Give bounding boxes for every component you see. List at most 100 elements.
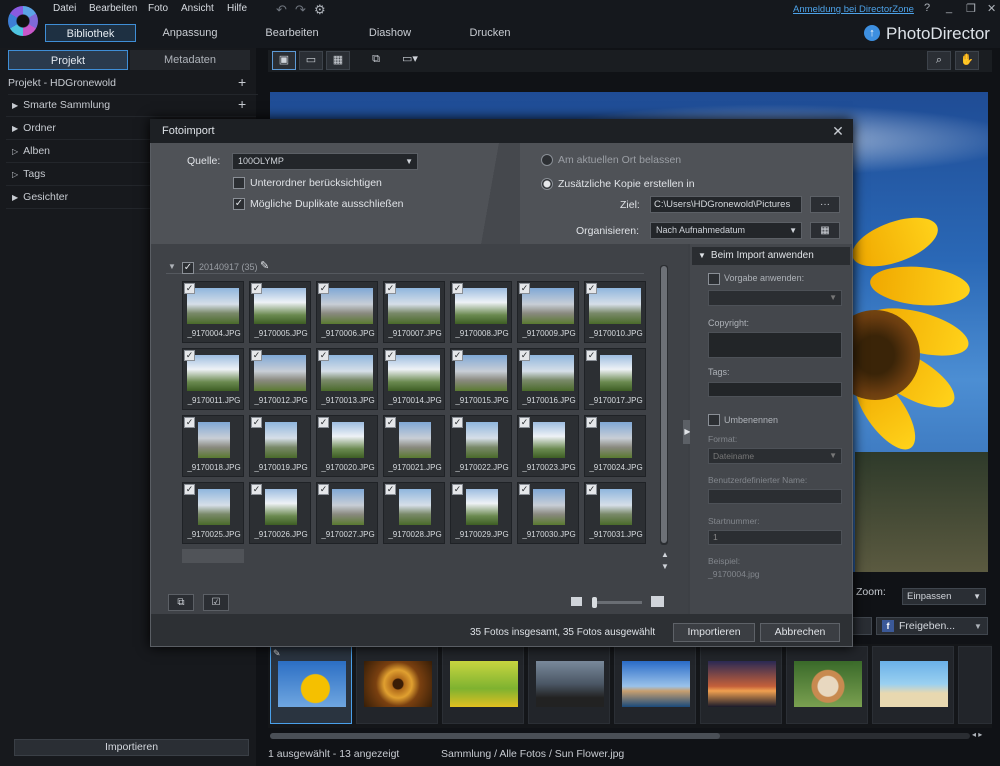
photo-thumbnail[interactable]: ✓ _9170022.JPG <box>450 415 512 477</box>
photo-checkbox[interactable]: ✓ <box>184 350 195 361</box>
menu-foto[interactable]: Foto <box>148 3 168 14</box>
view-grid-icon[interactable]: ▦ <box>326 51 350 70</box>
filmstrip-thumb[interactable] <box>958 646 992 724</box>
photo-thumbnail[interactable]: ✓ _9170010.JPG <box>584 281 646 343</box>
filmstrip-thumb[interactable] <box>700 646 782 724</box>
photo-checkbox[interactable]: ✓ <box>184 484 195 495</box>
tree-item-smart-collection[interactable]: ▶ Smarte Sammlung <box>6 94 256 117</box>
menu-datei[interactable]: Datei <box>53 3 76 14</box>
signin-link[interactable]: Anmeldung bei DirectorZone <box>793 4 914 15</box>
zoom-select[interactable]: Einpassen ▼ <box>902 588 986 605</box>
filmstrip-thumb[interactable] <box>528 646 610 724</box>
group-checkbox[interactable]: ✓ <box>182 262 194 274</box>
photo-checkbox[interactable]: ✓ <box>519 283 530 294</box>
preset-select[interactable]: ▼ <box>708 290 842 306</box>
grid-scroll-thumb[interactable] <box>661 266 667 543</box>
edit-group-icon[interactable]: ✎ <box>260 259 269 272</box>
upgrade-icon[interactable]: ↑ <box>864 25 880 41</box>
filmstrip-thumb[interactable] <box>786 646 868 724</box>
collapse-arrow-icon[interactable]: ▼ <box>168 262 176 271</box>
photo-checkbox[interactable]: ✓ <box>452 350 463 361</box>
filmstrip-thumb[interactable] <box>442 646 524 724</box>
filmstrip-scroll-thumb[interactable] <box>270 733 720 739</box>
copyright-field[interactable] <box>708 332 842 358</box>
photo-checkbox[interactable]: ✓ <box>586 484 597 495</box>
photo-thumbnail[interactable]: ✓ _9170014.JPG <box>383 348 445 410</box>
photo-thumbnail[interactable]: ✓ _9170026.JPG <box>249 482 311 544</box>
thumbnail-size-slider[interactable] <box>596 601 642 604</box>
photo-checkbox[interactable]: ✓ <box>251 417 262 428</box>
photo-checkbox[interactable]: ✓ <box>385 484 396 495</box>
tab-bearbeiten[interactable]: Bearbeiten <box>252 24 332 42</box>
tab-bibliothek[interactable]: Bibliothek <box>45 24 136 42</box>
import-confirm-button[interactable]: Importieren <box>673 623 755 642</box>
filmstrip-thumb[interactable]: ✎ <box>270 646 352 724</box>
photo-thumbnail[interactable]: ✓ _9170018.JPG <box>182 415 244 477</box>
share-caret-icon[interactable]: ▼ <box>974 622 982 631</box>
photo-thumbnail[interactable]: ✓ _9170005.JPG <box>249 281 311 343</box>
photo-checkbox[interactable]: ✓ <box>251 283 262 294</box>
slider-handle[interactable] <box>592 597 597 608</box>
photo-thumbnail[interactable]: ✓ _9170006.JPG <box>316 281 378 343</box>
photo-thumbnail[interactable]: ✓ _9170029.JPG <box>450 482 512 544</box>
photo-checkbox[interactable]: ✓ <box>452 283 463 294</box>
start-number-field[interactable]: 1 <box>708 530 842 545</box>
photo-thumbnail[interactable]: ✓ _9170015.JPG <box>450 348 512 410</box>
tab-anpassung[interactable]: Anpassung <box>150 24 230 42</box>
photo-checkbox[interactable]: ✓ <box>586 350 597 361</box>
custom-name-field[interactable] <box>708 489 842 504</box>
photo-checkbox[interactable]: ✓ <box>586 283 597 294</box>
photo-checkbox[interactable]: ✓ <box>452 484 463 495</box>
menu-hilfe[interactable]: Hilfe <box>227 3 247 14</box>
target-path-field[interactable]: C:\Users\HDGronewold\Pictures <box>650 196 802 213</box>
menu-ansicht[interactable]: Ansicht <box>181 3 214 14</box>
organize-select[interactable]: Nach Aufnahmedatum ▼ <box>650 222 802 239</box>
photo-checkbox[interactable]: ✓ <box>184 417 195 428</box>
duplicates-checkbox[interactable]: ✓ <box>233 198 245 210</box>
keep-location-radio[interactable] <box>541 154 553 166</box>
tab-drucken[interactable]: Drucken <box>450 24 530 42</box>
rename-checkbox[interactable] <box>708 414 720 426</box>
calendar-icon[interactable]: ▦ <box>810 222 840 239</box>
hand-tool-icon[interactable]: ✋ <box>955 51 979 70</box>
preset-checkbox[interactable] <box>708 273 720 285</box>
photo-thumbnail[interactable]: ✓ _9170021.JPG <box>383 415 445 477</box>
magnifier-icon[interactable]: ⌕ <box>927 51 951 70</box>
filmstrip-thumb[interactable] <box>356 646 438 724</box>
photo-thumbnail[interactable]: ✓ _9170019.JPG <box>249 415 311 477</box>
copy-to-radio[interactable] <box>541 178 553 190</box>
format-select[interactable]: Dateiname ▼ <box>708 448 842 464</box>
photo-thumbnail[interactable]: ✓ _9170013.JPG <box>316 348 378 410</box>
photo-checkbox[interactable]: ✓ <box>318 350 329 361</box>
add-project-icon[interactable]: + <box>238 74 246 90</box>
photo-checkbox[interactable]: ✓ <box>251 484 262 495</box>
browse-button[interactable]: ··· <box>810 196 840 213</box>
help-button[interactable]: ? <box>924 2 930 14</box>
photo-thumbnail[interactable]: ✓ _9170009.JPG <box>517 281 579 343</box>
scroll-arrows-icon[interactable]: ◂ ▸ <box>972 730 982 739</box>
photo-thumbnail[interactable]: ✓ _9170024.JPG <box>584 415 646 477</box>
photo-checkbox[interactable]: ✓ <box>385 283 396 294</box>
photo-checkbox[interactable]: ✓ <box>385 350 396 361</box>
undo-icon[interactable]: ↶ <box>276 2 287 18</box>
photo-thumbnail[interactable]: ✓ _9170020.JPG <box>316 415 378 477</box>
photo-thumbnail[interactable]: ✓ _9170004.JPG <box>182 281 244 343</box>
source-select[interactable]: 100OLYMP ▼ <box>232 153 418 170</box>
tab-metadaten[interactable]: Metadaten <box>130 50 250 70</box>
photo-checkbox[interactable]: ✓ <box>519 484 530 495</box>
deselect-icon[interactable]: ☑ <box>203 594 229 611</box>
cancel-button[interactable]: Abbrechen <box>760 623 840 642</box>
tab-diashow[interactable]: Diashow <box>350 24 430 42</box>
compare-icon[interactable]: ⧉ <box>364 51 388 70</box>
photo-thumbnail[interactable]: ✓ _9170011.JPG <box>182 348 244 410</box>
filmstrip-thumb[interactable] <box>872 646 954 724</box>
photo-thumbnail[interactable]: ✓ _9170025.JPG <box>182 482 244 544</box>
photo-thumbnail[interactable]: ✓ _9170030.JPG <box>517 482 579 544</box>
photo-thumbnail[interactable]: ✓ _9170008.JPG <box>450 281 512 343</box>
menu-bearbeiten[interactable]: Bearbeiten <box>89 3 137 14</box>
photo-thumbnail[interactable]: ✓ _9170031.JPG <box>584 482 646 544</box>
photo-checkbox[interactable]: ✓ <box>519 417 530 428</box>
photo-thumbnail[interactable]: ✓ _9170028.JPG <box>383 482 445 544</box>
photo-thumbnail[interactable]: ✓ _9170017.JPG <box>584 348 646 410</box>
settings-header[interactable]: ▼ Beim Import anwenden <box>692 247 850 265</box>
